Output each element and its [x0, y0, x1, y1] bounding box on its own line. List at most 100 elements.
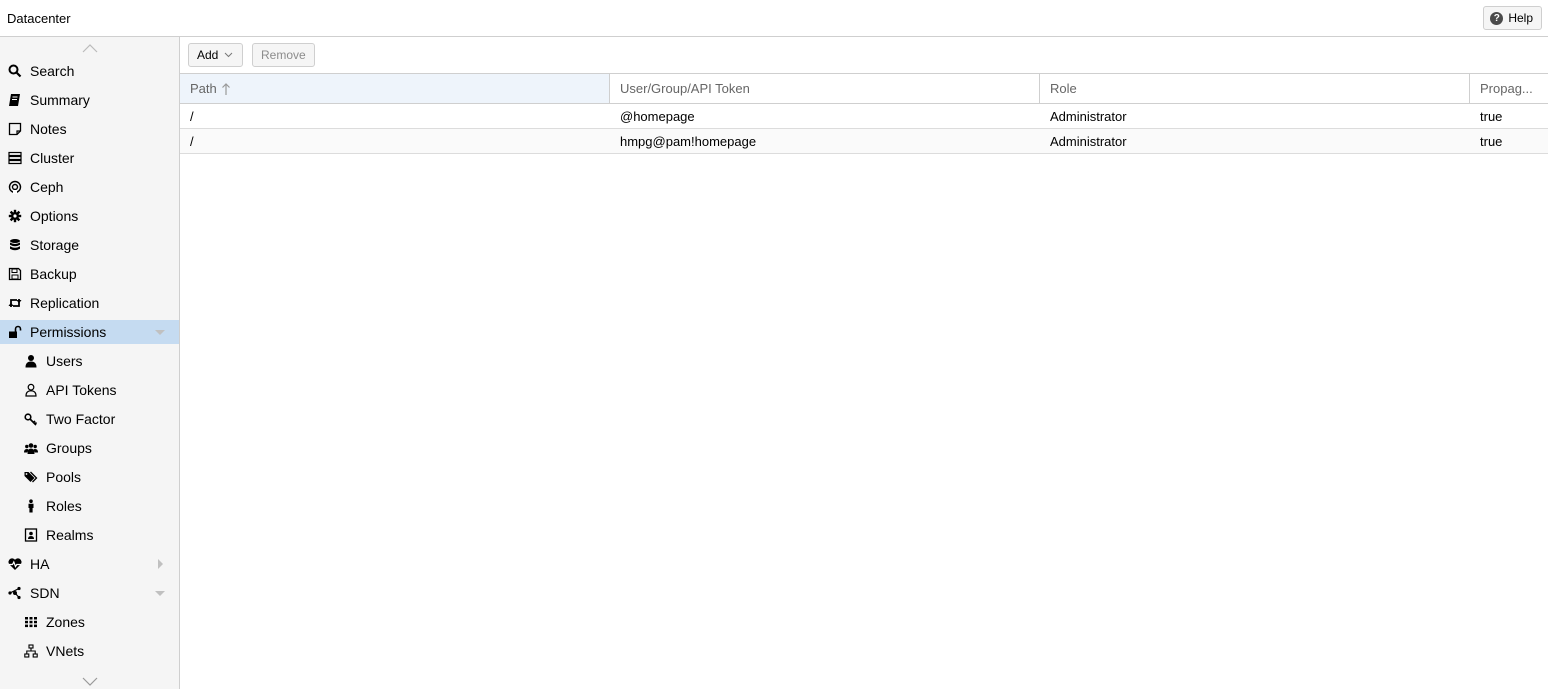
column-header-path[interactable]: Path: [180, 74, 610, 103]
sidebar-item-label: Pools: [46, 469, 82, 485]
sidebar-item-pools[interactable]: Pools: [0, 465, 179, 489]
user-icon: [24, 354, 38, 368]
users-icon: [24, 441, 38, 455]
gear-icon: [8, 209, 22, 223]
table-row[interactable]: / hmpg@pam!homepage Administrator true: [180, 129, 1548, 154]
cell-propagate: true: [1480, 133, 1503, 149]
remove-button-label: Remove: [261, 48, 306, 62]
toolbar: Add Remove: [180, 37, 1548, 73]
column-header-label: User/Group/API Token: [620, 81, 750, 96]
scroll-up-icon[interactable]: [82, 43, 98, 53]
sidebar-item-label: SDN: [30, 585, 60, 601]
sidebar-item-label: Summary: [30, 92, 90, 108]
sidebar-item-label: Permissions: [30, 324, 107, 340]
sidebar-item-label: Search: [30, 63, 75, 79]
sidebar-item-notes[interactable]: Notes: [0, 117, 179, 141]
unlock-icon: [8, 325, 22, 339]
address-book-icon: [24, 528, 38, 542]
column-header-label: Propag...: [1480, 81, 1533, 96]
sidebar-item-groups[interactable]: Groups: [0, 436, 179, 460]
ceph-icon: [8, 180, 22, 194]
remove-button[interactable]: Remove: [252, 43, 315, 67]
sidebar-item-label: Two Factor: [46, 411, 116, 427]
cell-user: hmpg@pam!homepage: [620, 133, 757, 149]
sidebar-item-two-factor[interactable]: Two Factor: [0, 407, 179, 431]
note-icon: [8, 122, 22, 136]
help-button-label: Help: [1508, 11, 1533, 25]
sidebar-item-label: Realms: [46, 527, 94, 543]
sidebar-item-backup[interactable]: Backup: [0, 262, 179, 286]
grid-icon: [24, 615, 38, 629]
database-icon: [8, 238, 22, 252]
add-button[interactable]: Add: [188, 43, 243, 67]
sidebar-item-ceph[interactable]: Ceph: [0, 175, 179, 199]
sidebar-item-label: Users: [46, 353, 83, 369]
network-icon: [24, 644, 38, 658]
sidebar-item-replication[interactable]: Replication: [0, 291, 179, 315]
sidebar-item-ha[interactable]: HA: [0, 552, 179, 576]
sidebar-item-label: VNets: [46, 643, 85, 659]
sidebar-item-label: Ceph: [30, 179, 64, 195]
sidebar-item-search[interactable]: Search: [0, 59, 179, 83]
sidebar-item-sdn[interactable]: SDN: [0, 581, 179, 605]
key-icon: [24, 412, 38, 426]
retweet-icon: [8, 296, 22, 310]
sidebar-item-api-tokens[interactable]: API Tokens: [0, 378, 179, 402]
sidebar-item-label: API Tokens: [46, 382, 117, 398]
cell-path: /: [190, 108, 194, 124]
sidebar-nav: Search Summary Notes Cluster Ceph Option…: [0, 37, 180, 689]
column-header-role[interactable]: Role: [1040, 74, 1470, 103]
sidebar-item-storage[interactable]: Storage: [0, 233, 179, 257]
question-circle-icon: ?: [1490, 11, 1504, 25]
sidebar-item-label: Backup: [30, 266, 77, 282]
sidebar-item-label: Zones: [46, 614, 85, 630]
cell-role: Administrator: [1050, 133, 1127, 149]
search-icon: [8, 64, 22, 78]
sidebar-item-options[interactable]: Options: [0, 204, 179, 228]
permissions-panel: Add Remove Path User/Group/API Token Rol…: [180, 37, 1548, 689]
sidebar-item-zones[interactable]: Zones: [0, 610, 179, 634]
sidebar-item-permissions[interactable]: Permissions: [0, 320, 179, 344]
sidebar-item-users[interactable]: Users: [0, 349, 179, 373]
collapse-arrow-icon[interactable]: [155, 588, 165, 598]
sidebar-item-label: Cluster: [30, 150, 75, 166]
sidebar-item-vnets[interactable]: VNets: [0, 639, 179, 663]
add-button-label: Add: [197, 48, 219, 62]
collapse-arrow-icon[interactable]: [155, 327, 165, 337]
top-header: Datacenter ? Help: [0, 0, 1548, 37]
expand-arrow-icon[interactable]: [155, 559, 165, 569]
column-header-user[interactable]: User/Group/API Token: [610, 74, 1040, 103]
sidebar-item-label: HA: [30, 556, 50, 572]
male-icon: [24, 499, 38, 513]
heartbeat-icon: [8, 557, 22, 571]
help-button[interactable]: ? Help: [1483, 6, 1542, 30]
sidebar-item-summary[interactable]: Summary: [0, 88, 179, 112]
column-header-propagate[interactable]: Propag...: [1470, 74, 1548, 103]
sidebar-item-label: Groups: [46, 440, 92, 456]
sidebar-item-label: Notes: [30, 121, 67, 137]
sidebar-item-realms[interactable]: Realms: [0, 523, 179, 547]
sidebar-item-label: Options: [30, 208, 79, 224]
book-icon: [8, 93, 22, 107]
sidebar-item-label: Roles: [46, 498, 82, 514]
table-row[interactable]: / @homepage Administrator true: [180, 104, 1548, 129]
sidebar-item-label: Storage: [30, 237, 80, 253]
grid-header: Path User/Group/API Token Role Propag...: [180, 73, 1548, 104]
sidebar-item-roles[interactable]: Roles: [0, 494, 179, 518]
user-outline-icon: [24, 383, 38, 397]
cell-user: @homepage: [620, 108, 695, 124]
floppy-icon: [8, 267, 22, 281]
cell-propagate: true: [1480, 108, 1503, 124]
sidebar-item-cluster[interactable]: Cluster: [0, 146, 179, 170]
chevron-down-icon: [225, 52, 233, 58]
tags-icon: [24, 470, 38, 484]
sort-ascending-icon: [221, 82, 230, 95]
server-icon: [8, 151, 22, 165]
scroll-down-icon[interactable]: [82, 677, 98, 687]
column-header-label: Path: [190, 81, 217, 96]
cell-path: /: [190, 133, 194, 149]
sdn-icon: [8, 586, 22, 600]
cell-role: Administrator: [1050, 108, 1127, 124]
column-header-label: Role: [1050, 81, 1077, 96]
sidebar-item-label: Replication: [30, 295, 100, 311]
